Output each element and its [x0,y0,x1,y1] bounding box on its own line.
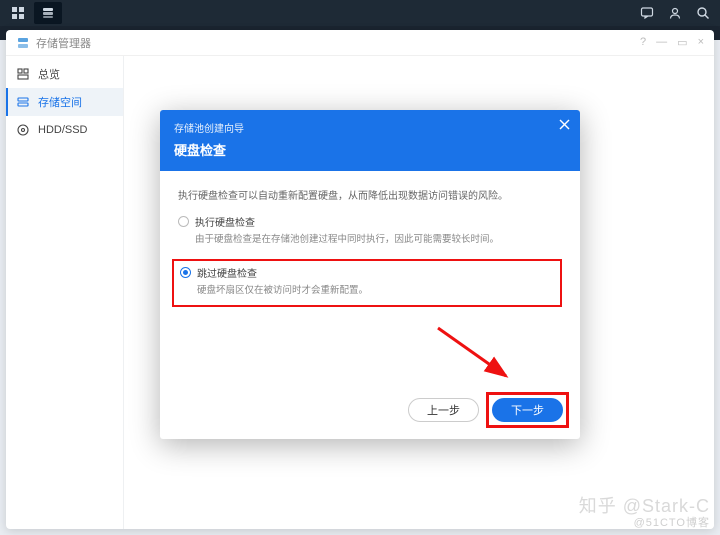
sidebar-item-overview[interactable]: 总览 [6,60,123,88]
taskbar-chat-icon[interactable] [634,2,660,24]
top-taskbar [0,0,720,26]
sidebar-item-storage[interactable]: 存储空间 [6,88,123,116]
dialog-footer: 上一步 下一步 [160,385,580,439]
sidebar-item-label: 存储空间 [38,94,82,110]
window-close-button[interactable]: × [698,36,704,49]
annotation-highlight-skip-option: 跳过硬盘检查 硬盘坏扇区仅在被访问时才会重新配置。 [172,259,562,306]
taskbar-app-apps[interactable] [4,2,32,24]
radio-label: 执行硬盘检查 [195,214,255,229]
storage-icon [16,95,30,109]
radio-option-skip-check[interactable]: 跳过硬盘检查 [180,265,554,280]
back-button[interactable]: 上一步 [408,398,479,422]
next-button[interactable]: 下一步 [492,398,563,422]
dialog-intro-text: 执行硬盘检查可以自动重新配置硬盘，从而降低出现数据访问错误的风险。 [178,187,562,202]
chat-icon [640,6,654,20]
sidebar: 总览 存储空间 HDD/SSD [6,56,124,529]
window-help-button[interactable]: ? [640,36,646,49]
radio-option-perform-check[interactable]: 执行硬盘检查 [178,214,562,229]
option2-description: 硬盘坏扇区仅在被访问时才会重新配置。 [197,284,554,298]
window-max-button[interactable]: ▭ [677,36,687,49]
radio-label: 跳过硬盘检查 [197,265,257,280]
disk-stack-icon [42,7,54,19]
taskbar-search-icon[interactable] [690,2,716,24]
window-titlebar: 存储管理器 ? — ▭ × [6,30,714,56]
dialog-header: 存储池创建向导 硬盘检查 [160,110,580,171]
drive-icon [16,123,30,137]
app-icon [16,36,30,50]
window-title: 存储管理器 [36,35,91,51]
sidebar-item-label: HDD/SSD [38,124,88,136]
annotation-highlight-next-button: 下一步 [486,392,569,428]
disk-check-dialog: 存储池创建向导 硬盘检查 执行硬盘检查可以自动重新配置硬盘，从而降低出现数据访问… [160,110,580,439]
radio-icon-checked [180,267,191,278]
user-icon [668,6,682,20]
window-min-button[interactable]: — [656,36,667,49]
grid-icon [12,7,24,19]
dialog-close-button[interactable] [559,118,570,133]
radio-icon [178,216,189,227]
taskbar-user-icon[interactable] [662,2,688,24]
option1-description: 由于硬盘检查是在存储池创建过程中同时执行，因此可能需要较长时间。 [195,233,562,247]
dashboard-icon [16,67,30,81]
search-icon [696,6,710,20]
dialog-title: 硬盘检查 [174,140,566,159]
sidebar-item-hdd-ssd[interactable]: HDD/SSD [6,116,123,144]
taskbar-app-storage[interactable] [34,2,62,24]
sidebar-item-label: 总览 [38,66,60,82]
window-controls: ? — ▭ × [640,36,704,49]
dialog-body: 执行硬盘检查可以自动重新配置硬盘，从而降低出现数据访问错误的风险。 执行硬盘检查… [160,171,580,385]
dialog-supertitle: 存储池创建向导 [174,120,566,135]
close-icon [559,119,570,130]
